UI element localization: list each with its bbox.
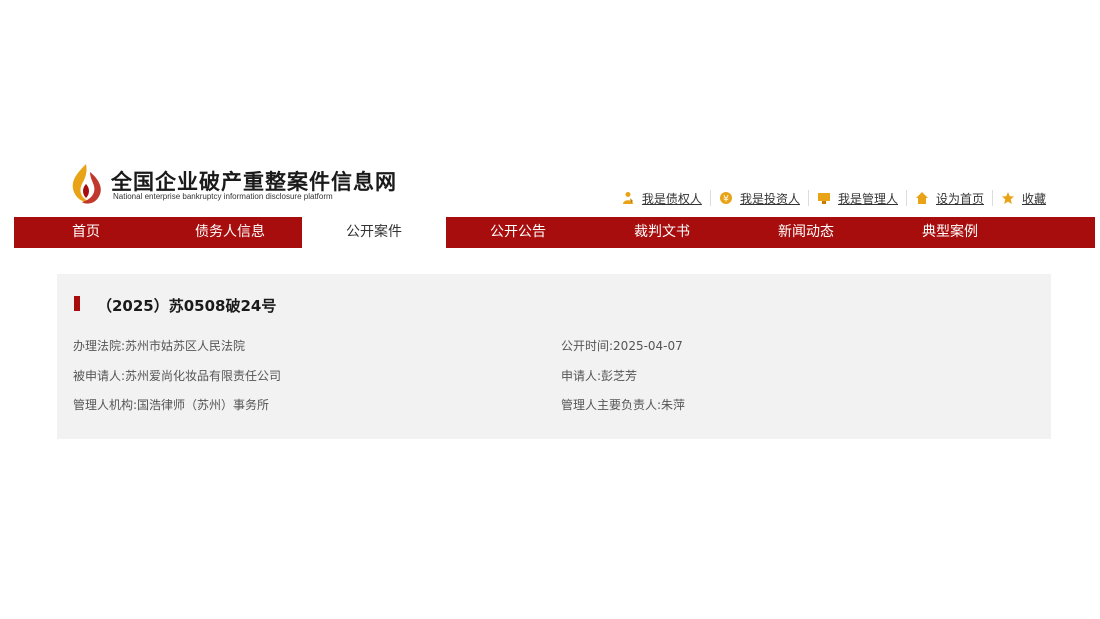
manager-icon xyxy=(817,193,830,204)
respondent-label: 被申请人: xyxy=(73,369,126,383)
administrator-head-label: 管理人主要负责人: xyxy=(561,398,662,412)
applicant-value: 彭芝芳 xyxy=(601,369,638,383)
nav-debtor-info[interactable]: 债务人信息 xyxy=(158,217,302,248)
applicant-label: 申请人: xyxy=(561,369,602,383)
respondent-value: 苏州爱尚化妆品有限责任公司 xyxy=(125,369,282,383)
administrator-head-value: 朱萍 xyxy=(661,398,686,412)
case-detail-card: （2025）苏0508破24号 办理法院:苏州市姑苏区人民法院 公开时间:202… xyxy=(57,274,1051,439)
nav-judgments[interactable]: 裁判文书 xyxy=(590,217,734,248)
administrator-field: 管理人机构:国浩律师（苏州）事务所 xyxy=(73,396,269,413)
creditor-icon xyxy=(622,192,633,204)
court-label: 办理法院: xyxy=(73,339,126,353)
date-label: 公开时间: xyxy=(561,339,614,353)
site-subtitle: National enterprise bankruptcy informati… xyxy=(113,192,333,201)
star-icon xyxy=(1001,192,1014,204)
investor-icon: ¥ xyxy=(719,192,732,205)
quick-link-label[interactable]: 我是管理人 xyxy=(838,190,898,207)
court-field: 办理法院:苏州市姑苏区人民法院 xyxy=(73,337,245,354)
svg-text:¥: ¥ xyxy=(723,195,729,205)
nav-public-cases[interactable]: 公开案件 xyxy=(302,217,446,248)
date-field: 公开时间:2025-04-07 xyxy=(561,337,683,354)
administrator-head-field: 管理人主要负责人:朱萍 xyxy=(561,396,685,413)
administrator-value: 国浩律师（苏州）事务所 xyxy=(137,398,270,412)
case-number: （2025）苏0508破24号 xyxy=(97,297,277,315)
quick-link-label[interactable]: 我是债权人 xyxy=(642,190,702,207)
quick-link-manager[interactable]: 我是管理人 xyxy=(807,190,906,207)
applicant-field: 申请人:彭芝芳 xyxy=(561,367,637,384)
title-accent-bar xyxy=(74,296,80,311)
administrator-label: 管理人机构: xyxy=(73,398,138,412)
nav-typical-cases[interactable]: 典型案例 xyxy=(878,217,1022,248)
quick-link-set-homepage[interactable]: 设为首页 xyxy=(905,190,992,207)
site-header: 全国企业破产重整案件信息网 National enterprise bankru… xyxy=(0,158,1100,208)
quick-link-label[interactable]: 设为首页 xyxy=(936,190,984,207)
quick-links: 我是债权人 ¥ 我是投资人 我是管理人 设为首页 收藏 xyxy=(613,190,1054,206)
quick-link-creditor[interactable]: 我是债权人 xyxy=(613,190,710,206)
flame-logo-icon[interactable] xyxy=(68,162,104,206)
respondent-field: 被申请人:苏州爱尚化妆品有限责任公司 xyxy=(73,367,281,384)
home-icon xyxy=(915,192,928,204)
nav-public-announcements[interactable]: 公开公告 xyxy=(446,217,590,248)
quick-link-label[interactable]: 收藏 xyxy=(1022,190,1046,207)
court-value: 苏州市姑苏区人民法院 xyxy=(125,339,246,353)
quick-link-label[interactable]: 我是投资人 xyxy=(740,190,800,207)
date-value: 2025-04-07 xyxy=(613,339,683,353)
quick-link-investor[interactable]: ¥ 我是投资人 xyxy=(709,190,808,207)
nav-news[interactable]: 新闻动态 xyxy=(734,217,878,248)
nav-home[interactable]: 首页 xyxy=(14,217,158,248)
main-nav: 首页 债务人信息 公开案件 公开公告 裁判文书 新闻动态 典型案例 xyxy=(14,217,1095,248)
quick-link-favorite[interactable]: 收藏 xyxy=(991,190,1054,207)
